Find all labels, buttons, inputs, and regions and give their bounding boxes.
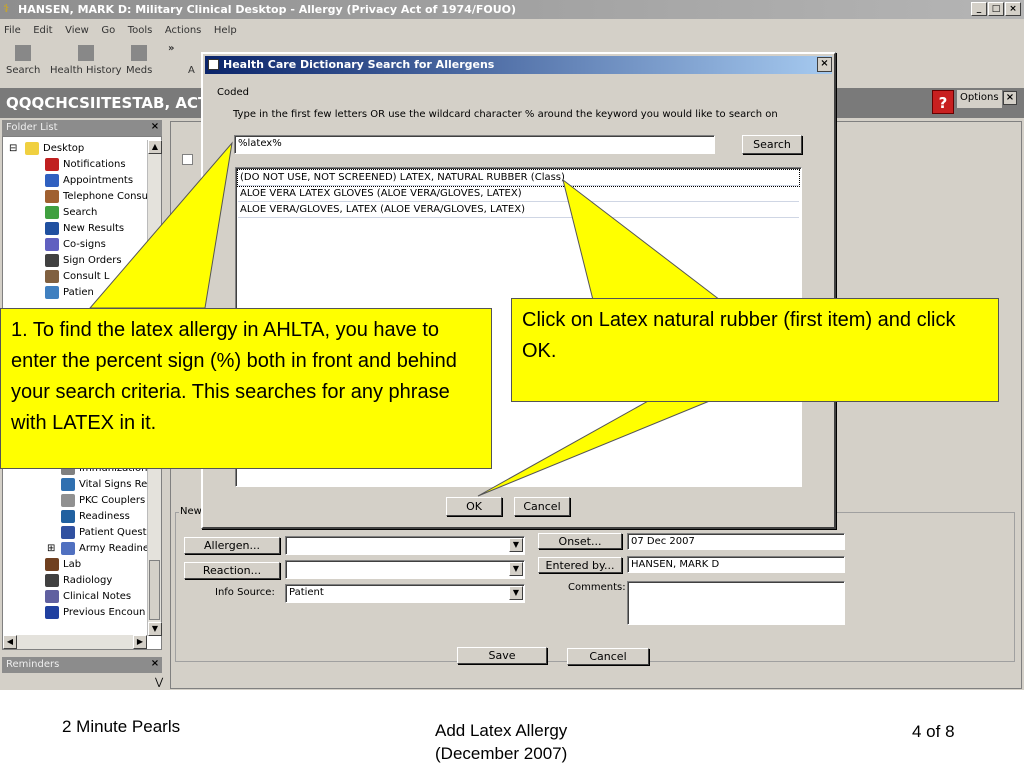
right-callout-pointer-top	[562, 178, 722, 301]
search-tip-text: 1. To find the latex allergy in AHLTA, y…	[11, 319, 457, 434]
search-tip-callout: 1. To find the latex allergy in AHLTA, y…	[0, 308, 492, 469]
left-callout-pointer	[88, 141, 233, 309]
select-item-text: Click on Latex natural rubber (first ite…	[522, 309, 956, 362]
select-item-callout: Click on Latex natural rubber (first ite…	[511, 298, 999, 402]
footer-date: (December 2007)	[435, 744, 568, 763]
footer-left: 2 Minute Pearls	[62, 717, 181, 736]
footer-page-number: 4 of 8	[912, 722, 955, 741]
right-callout-pointer-bottom	[477, 399, 713, 497]
footer-title: Add Latex Allergy	[435, 721, 568, 740]
